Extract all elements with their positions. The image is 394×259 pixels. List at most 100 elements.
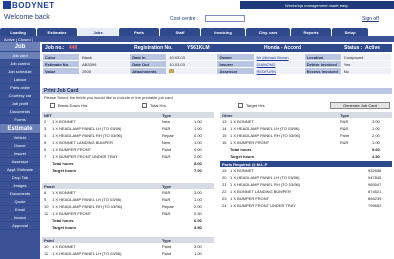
target-hours-row: Target hours 7.00 xyxy=(42,167,214,174)
target-hours-value: 4.50 xyxy=(372,154,380,159)
sidebar-item-documents[interactable]: Documents xyxy=(0,190,40,198)
target-hours-label: Target hours xyxy=(230,154,255,159)
registration-label: Registration No. xyxy=(134,45,173,51)
row-number: 20 xyxy=(222,175,227,180)
tab-jobs[interactable]: Jobs xyxy=(78,28,118,36)
print-description: Please Select the fields you would like … xyxy=(44,95,173,100)
row-number: 2 xyxy=(44,119,47,124)
row-type: R&R xyxy=(162,154,171,159)
job-info-table: Color Black Date In 10.03.03 Owner Mr Michael… xyxy=(41,53,393,75)
attachment-icon[interactable] xyxy=(169,69,175,74)
table-row: 4 1 X HEADLAMP PANEL RH (TO 03/96) Repair 0… xyxy=(42,132,214,139)
sidebar-item-vehicle[interactable]: Vehicle xyxy=(0,134,40,142)
sidebar-item-forms[interactable]: Forms xyxy=(0,116,40,124)
welcome-row: Welcome back Cost centre : Sign off xyxy=(0,10,394,28)
table-row: 15 1 X HEADLAMP PANEL RH (TO 03/96) Paint 2… xyxy=(220,132,392,139)
total-hours-row: Total hours 8.00 xyxy=(42,160,214,167)
sidebar-item-job-card[interactable]: Job card xyxy=(0,52,40,60)
row-description: 1 X BONNET xyxy=(52,244,76,249)
target-hours-value: 3.50 xyxy=(194,225,202,230)
break-down-hrs-label: Break Down Hrs. xyxy=(58,103,89,108)
tab-estimates[interactable]: Estimates xyxy=(37,28,77,36)
row-description: 1 X HEADLAMP PANEL RH (TO 03/96) xyxy=(52,133,123,138)
tab-parts[interactable]: Parts xyxy=(119,28,159,36)
total-hours-value: 6.00 xyxy=(194,218,202,223)
sidebar-item-parts-order[interactable]: Parts order xyxy=(0,84,40,92)
row-description: 1 X HEADLAMP PANEL LH (TO 03/96) xyxy=(52,197,122,202)
generate-job-card-button[interactable]: Generate Job Card xyxy=(330,102,390,109)
table-row: 10 1 X HEADLAMP PANEL RH (TO 03/96) Repair… xyxy=(42,203,214,210)
tagline: Workshop management made easy. xyxy=(285,2,349,8)
row-description: 1 X HEADLAMP PANEL RH (TO 03/96) xyxy=(230,182,301,187)
sidebar-item-labour[interactable]: Labour xyxy=(0,76,40,84)
tab-loading[interactable]: Loading xyxy=(0,28,36,36)
sidebar-item-approval[interactable]: Approval xyxy=(0,222,40,230)
info-label: Date Out xyxy=(129,60,168,68)
row-number: 4 xyxy=(44,133,47,138)
info-value: AB3399 xyxy=(79,60,131,68)
row-number: 9 xyxy=(44,197,47,202)
row-hours: 2.00 xyxy=(372,133,380,138)
tab-setup[interactable]: Setup xyxy=(332,28,368,36)
target-hrs-checkbox[interactable] xyxy=(238,103,243,108)
sidebar-item-drop-tab[interactable]: Drop Tab xyxy=(0,174,40,182)
row-type: R&R xyxy=(340,119,349,124)
tab-staff[interactable]: Staff xyxy=(160,28,200,36)
row-hours: 2.00 xyxy=(194,154,202,159)
row-description: 1 X HEADLAMP PANEL LH (TO 03/96) xyxy=(52,126,122,131)
target-hours-label: Target hours xyxy=(52,225,77,230)
table-row: 11 1 X BUMPER FRONT R&R 0.50 xyxy=(42,210,214,217)
row-number: 11 xyxy=(44,251,49,256)
row-number: 5 xyxy=(44,140,47,145)
sidebar-item-appt-estimate[interactable]: Appt. Estimate xyxy=(0,166,40,174)
total-hrs-checkbox[interactable] xyxy=(142,103,147,108)
row-hours: 0.00 xyxy=(194,133,202,138)
sidebar-item-documents[interactable]: Documents xyxy=(0,108,40,116)
sign-off-link[interactable]: Sign off xyxy=(362,16,379,22)
other-section: Other Type 13 1 X BONNET R&R 3.00 14 1 X HEADLA… xyxy=(220,112,392,160)
info-link[interactable]: REDFURN xyxy=(253,67,305,75)
sidebar-item-email[interactable]: Email xyxy=(0,206,40,214)
sidebar-item-courtesy-car[interactable]: Courtesy car xyxy=(0,92,40,100)
total-hrs-label: Total Hrs. xyxy=(150,103,167,108)
totals: Total hours 6.00 Target hours 3.50 xyxy=(42,217,214,231)
table-row: 6 1 X BUMPER FRONT Paint 0.00 xyxy=(42,146,214,153)
totals: Total hours 5.60 Target hours 4.50 xyxy=(220,146,392,160)
row-number: 23 xyxy=(222,196,227,201)
table-row: 23 1 X BUMPER FRONT 856239 xyxy=(220,195,392,202)
info-label: Color xyxy=(41,53,81,61)
row-description: 1 X HEADLAMP PANEL RH (TO 03/96) xyxy=(230,133,301,138)
sidebar-item-insurer[interactable]: Insurer xyxy=(0,150,40,158)
row-number: 10 xyxy=(44,204,49,209)
table-row: 2 1 X BONNET New 1.00 xyxy=(42,118,214,125)
info-link[interactable]: DIAMOND xyxy=(253,60,305,68)
sidebar-item-quote[interactable]: Quote xyxy=(0,198,40,206)
row-type: R&R xyxy=(162,211,171,216)
tab-clny-cars[interactable]: Clny. cars xyxy=(246,28,290,36)
sidebar-item-images[interactable]: Images xyxy=(0,182,40,190)
row-number: 24 xyxy=(222,203,227,208)
sidebar-item-assessor[interactable]: Assessor xyxy=(0,158,40,166)
sidebar-item-owner[interactable]: Owner xyxy=(0,142,40,150)
table-row: 3 1 X HEADLAMP PANEL LH (TO 03/96) R&R 1.00 xyxy=(42,125,214,132)
sidebar-item-job-profit[interactable]: Job profit xyxy=(0,100,40,108)
row-number: 6 xyxy=(44,147,47,152)
info-link[interactable]: Mr Michael Brown xyxy=(253,53,305,61)
row-description: 1 X BONNET xyxy=(52,119,76,124)
sidebar-item-job-control[interactable]: Job control xyxy=(0,60,40,68)
info-value xyxy=(166,67,218,75)
cost-centre-label: Cost centre : xyxy=(170,16,199,22)
sidebar-item-job-schedule[interactable]: Job schedule xyxy=(0,68,40,76)
part-code: 874521 xyxy=(368,189,382,194)
break-down-hrs-checkbox[interactable] xyxy=(50,103,55,108)
tab-reports[interactable]: Reports xyxy=(291,28,331,36)
table-row: 5 1 X BONNET LANDING BUMPER New 1.00 xyxy=(42,139,214,146)
row-hours: 1.00 xyxy=(372,126,380,131)
row-hours: 3.00 xyxy=(194,244,202,249)
tab-invoicing[interactable]: Invoicing xyxy=(201,28,245,36)
row-number: 16 xyxy=(222,140,227,145)
cost-centre-select[interactable] xyxy=(205,15,245,22)
sidebar-item-invoice[interactable]: Invoice xyxy=(0,214,40,222)
row-type: New xyxy=(162,140,171,145)
job-header: Job no.: 448 Registration No. Y561KLM Ho… xyxy=(42,44,392,52)
